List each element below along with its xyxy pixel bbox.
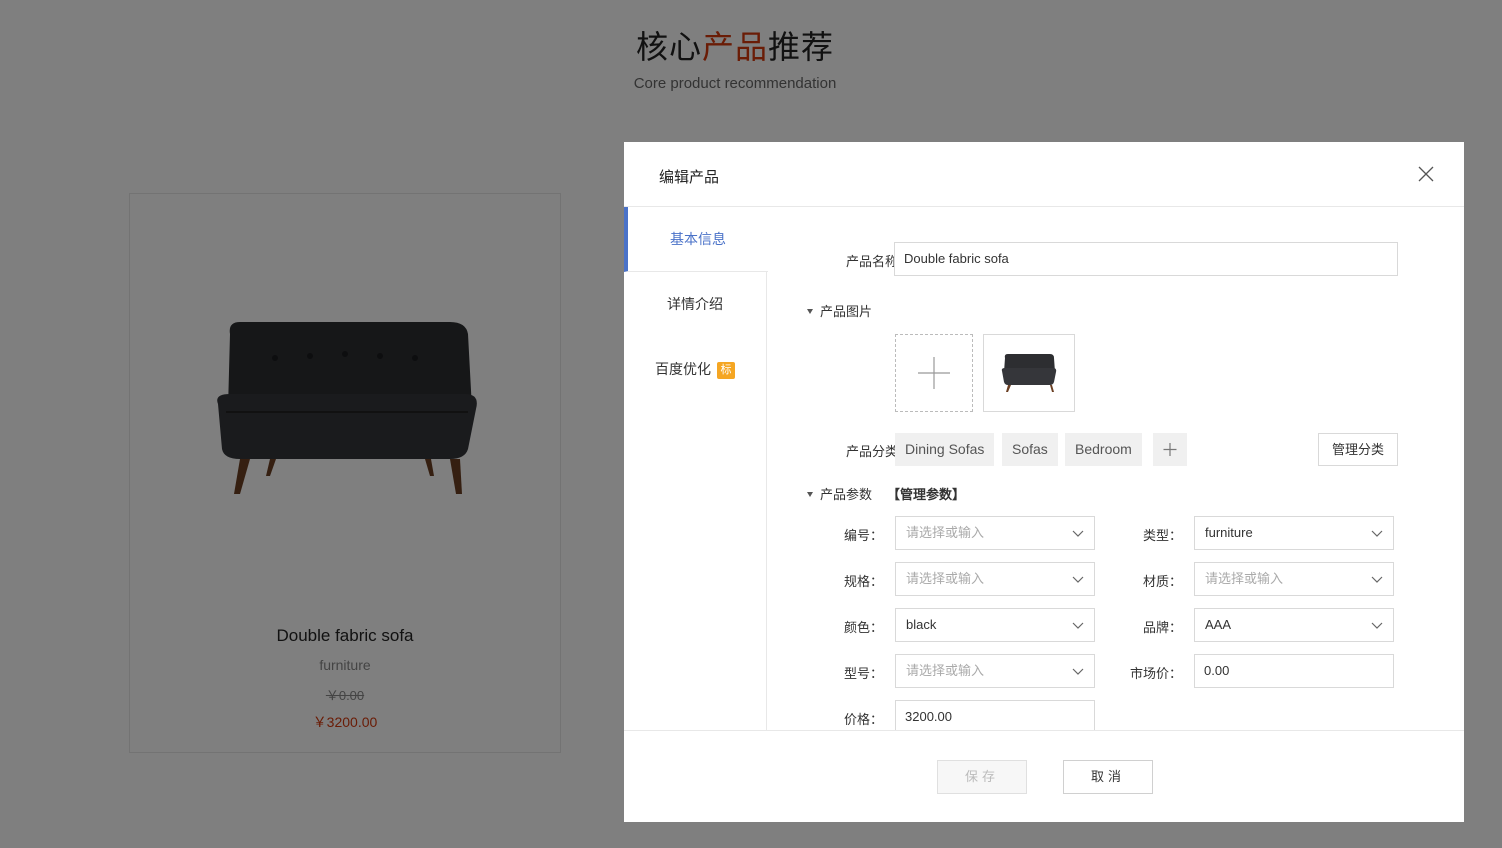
chevron-down-icon bbox=[1371, 530, 1383, 537]
caret-down-icon bbox=[807, 309, 813, 315]
brand-select[interactable]: AAA bbox=[1194, 608, 1394, 642]
params-section-title: 产品参数 bbox=[820, 487, 873, 502]
save-button[interactable]: 保存 bbox=[937, 760, 1027, 794]
add-category-button[interactable] bbox=[1153, 433, 1187, 466]
color-select[interactable]: black bbox=[895, 608, 1095, 642]
brand-value: AAA bbox=[1205, 617, 1232, 632]
color-label: 颜色： bbox=[843, 620, 883, 635]
tab-details[interactable]: 详情介绍 bbox=[624, 272, 766, 337]
code-label: 编号： bbox=[843, 528, 883, 543]
category-chip-dining-sofas[interactable]: Dining Sofas bbox=[895, 433, 995, 466]
tab-basic-info[interactable]: 基本信息 bbox=[624, 207, 768, 272]
chevron-down-icon bbox=[1072, 530, 1084, 537]
dialog-title: 编辑产品 bbox=[659, 169, 720, 186]
model-placeholder: 请选择或输入 bbox=[906, 663, 985, 678]
category-chip-bedroom[interactable]: Bedroom bbox=[1065, 433, 1142, 466]
caret-down-icon bbox=[807, 492, 813, 498]
type-value: furniture bbox=[1205, 525, 1253, 540]
manage-params-link[interactable]: 【管理参数】 bbox=[887, 484, 965, 503]
tab-baidu-seo-label: 百度优化 bbox=[655, 361, 711, 377]
spec-label: 规格： bbox=[843, 574, 883, 589]
chevron-down-icon bbox=[1072, 576, 1084, 583]
plus-icon bbox=[918, 357, 950, 389]
code-placeholder: 请选择或输入 bbox=[906, 525, 985, 540]
manage-category-button[interactable]: 管理分类 bbox=[1318, 433, 1398, 466]
cancel-button[interactable]: 取消 bbox=[1063, 760, 1153, 794]
dialog-body: 基本信息 详情介绍 百度优化标 产品名称： Double fabric sofa… bbox=[624, 207, 1464, 730]
chevron-down-icon bbox=[1072, 668, 1084, 675]
spec-placeholder: 请选择或输入 bbox=[906, 571, 985, 586]
type-label: 类型： bbox=[1142, 528, 1182, 543]
tab-badge: 标 bbox=[717, 361, 735, 379]
images-section-header[interactable]: 产品图片 bbox=[807, 301, 872, 320]
chevron-down-icon bbox=[1072, 622, 1084, 629]
product-name-input[interactable]: Double fabric sofa bbox=[894, 242, 1398, 276]
brand-label: 品牌： bbox=[1142, 620, 1182, 635]
upload-image-button[interactable] bbox=[895, 334, 973, 412]
params-section-header[interactable]: 产品参数 bbox=[807, 484, 872, 503]
market-price-label: 市场价： bbox=[1129, 666, 1182, 681]
price-label: 价格： bbox=[843, 712, 883, 727]
material-label: 材质： bbox=[1142, 574, 1182, 589]
spec-select[interactable]: 请选择或输入 bbox=[895, 562, 1095, 596]
chevron-down-icon bbox=[1371, 576, 1383, 583]
tab-baidu-seo[interactable]: 百度优化标 bbox=[624, 337, 766, 402]
color-value: black bbox=[906, 617, 937, 632]
material-select[interactable]: 请选择或输入 bbox=[1194, 562, 1394, 596]
dialog-footer: 保存 取消 bbox=[624, 730, 1464, 822]
material-placeholder: 请选择或输入 bbox=[1205, 571, 1284, 586]
price-input[interactable]: 3200.00 bbox=[895, 700, 1095, 730]
product-form: 产品名称： Double fabric sofa 产品图片 产品分类： Dini… bbox=[767, 207, 1464, 730]
tab-basic-info-label: 基本信息 bbox=[670, 231, 726, 247]
plus-icon bbox=[1163, 443, 1177, 456]
product-image-thumbnail[interactable] bbox=[983, 334, 1075, 412]
dialog-sidebar: 基本信息 详情介绍 百度优化标 bbox=[624, 207, 768, 730]
tab-details-label: 详情介绍 bbox=[667, 296, 723, 312]
close-icon[interactable] bbox=[1416, 164, 1436, 184]
model-select[interactable]: 请选择或输入 bbox=[895, 654, 1095, 688]
market-price-input[interactable]: 0.00 bbox=[1194, 654, 1394, 688]
images-section-title: 产品图片 bbox=[820, 304, 873, 319]
dialog-header: 编辑产品 bbox=[624, 142, 1464, 207]
chevron-down-icon bbox=[1371, 622, 1383, 629]
edit-product-dialog: 编辑产品 基本信息 详情介绍 百度优化标 产品名称： Double fabric… bbox=[624, 142, 1464, 822]
type-select[interactable]: furniture bbox=[1194, 516, 1394, 550]
category-chip-sofas[interactable]: Sofas bbox=[1002, 433, 1058, 466]
code-select[interactable]: 请选择或输入 bbox=[895, 516, 1095, 550]
model-label: 型号： bbox=[843, 666, 883, 681]
